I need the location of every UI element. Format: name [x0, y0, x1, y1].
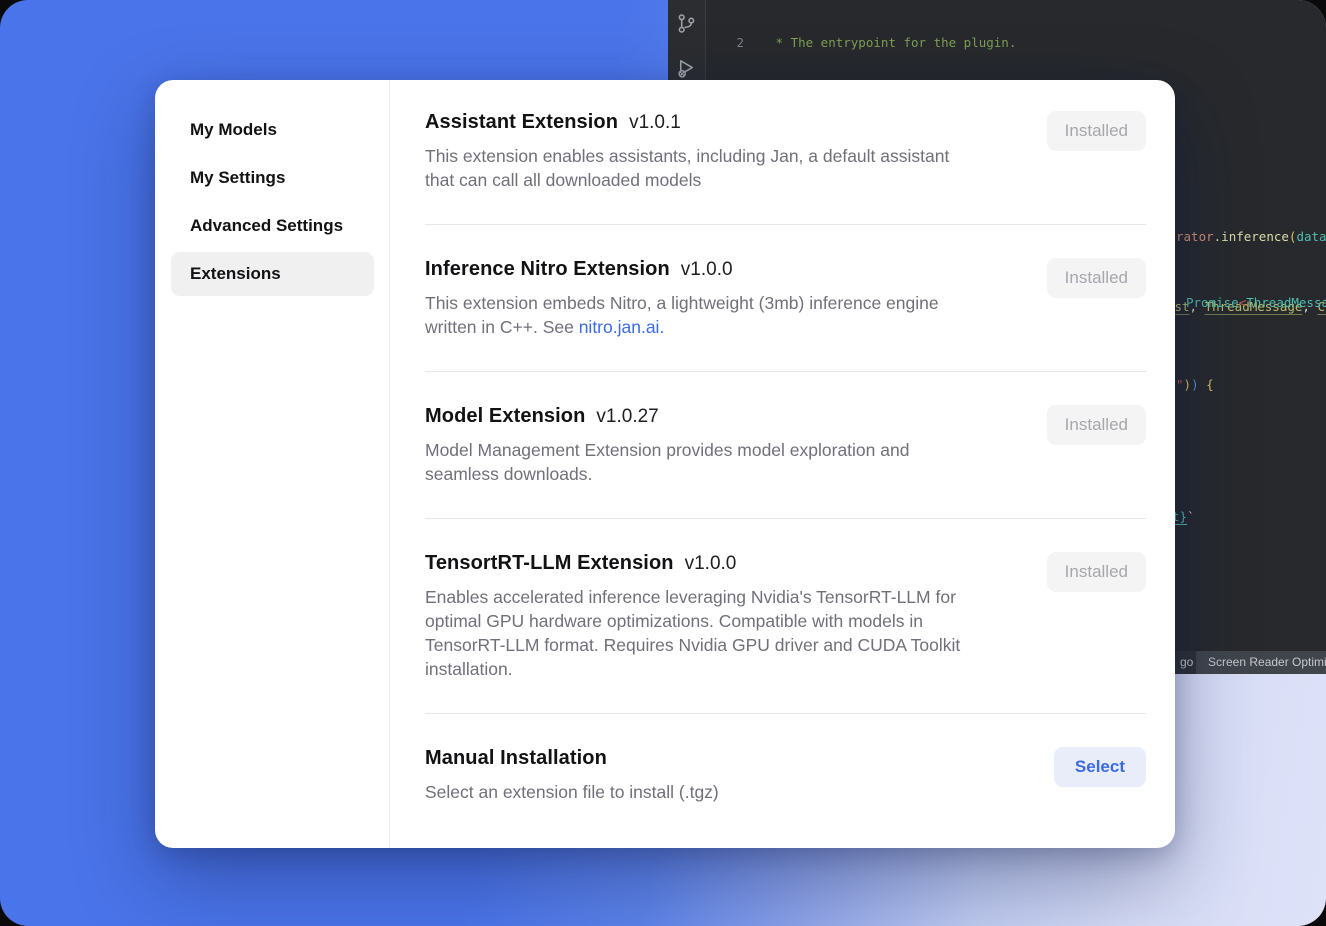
extension-version: v1.0.0	[685, 553, 737, 575]
installed-button[interactable]: Installed	[1047, 552, 1146, 592]
extension-title: TensortRT-LLM Extension	[425, 552, 674, 575]
extension-info: TensortRT-LLM Extension v1.0.0 Enables a…	[425, 552, 1003, 681]
extension-description-text: This extension embeds Nitro, a lightweig…	[425, 293, 939, 337]
sidebar-item-label: My Settings	[190, 168, 285, 188]
run-debug-icon[interactable]	[675, 57, 698, 80]
installed-button[interactable]: Installed	[1047, 258, 1146, 298]
installed-button[interactable]: Installed	[1047, 111, 1146, 151]
extension-info: Assistant Extension v1.0.1 This extensio…	[425, 111, 1003, 192]
code-line: 2 * The entrypoint for the plugin.	[706, 35, 1326, 52]
source-control-icon[interactable]	[675, 12, 698, 35]
extension-description: This extension enables assistants, inclu…	[425, 144, 1003, 192]
extension-row: Assistant Extension v1.0.1 This extensio…	[425, 111, 1146, 225]
extension-info: Inference Nitro Extension v1.0.0 This ex…	[425, 258, 1003, 339]
extension-info: Model Extension v1.0.27 Model Management…	[425, 405, 1003, 486]
extension-description-text: Enables accelerated inference leveraging…	[425, 587, 960, 679]
settings-card: My Models My Settings Advanced Settings …	[155, 80, 1175, 848]
code-token: )	[1191, 377, 1199, 392]
extension-description: This extension embeds Nitro, a lightweig…	[425, 291, 1003, 339]
settings-sidebar: My Models My Settings Advanced Settings …	[155, 80, 390, 848]
extension-description: Model Management Extension provides mode…	[425, 438, 1003, 486]
extension-title: Inference Nitro Extension	[425, 258, 670, 281]
extension-row: Inference Nitro Extension v1.0.0 This ex…	[425, 225, 1146, 372]
code-fragment: rator.inference(data));	[1176, 229, 1326, 245]
extension-title: Manual Installation	[425, 747, 607, 770]
sidebar-item-my-settings[interactable]: My Settings	[171, 156, 374, 200]
sidebar-item-label: My Models	[190, 120, 277, 140]
sidebar-item-label: Advanced Settings	[190, 216, 343, 236]
extension-title: Assistant Extension	[425, 111, 618, 134]
extension-version: v1.0.1	[629, 112, 681, 134]
sidebar-item-my-models[interactable]: My Models	[171, 108, 374, 152]
extension-row: TensortRT-LLM Extension v1.0.0 Enables a…	[425, 519, 1146, 714]
code-token: rator	[1176, 229, 1214, 244]
code-token: data	[1296, 229, 1326, 244]
extension-version: v1.0.0	[681, 259, 733, 281]
code-token: * The entrypoint for the plugin.	[768, 35, 1016, 50]
installed-button[interactable]: Installed	[1047, 405, 1146, 445]
sidebar-item-advanced-settings[interactable]: Advanced Settings	[171, 204, 374, 248]
code-token: {	[1206, 377, 1214, 392]
manual-installation-row: Manual Installation Select an extension …	[425, 714, 1146, 824]
code-token: ThreadMessage	[1246, 295, 1326, 310]
code-fragment: ")) {	[1176, 377, 1214, 393]
select-file-button[interactable]: Select	[1054, 747, 1146, 787]
extension-description: Enables accelerated inference leveraging…	[425, 585, 1003, 681]
extension-row: Model Extension v1.0.27 Model Management…	[425, 372, 1146, 519]
extension-version: v1.0.27	[596, 406, 658, 428]
extension-title: Model Extension	[425, 405, 585, 428]
nitro-jan-ai-link[interactable]: nitro.jan.ai.	[579, 317, 665, 337]
screen-reader-optimized-chip[interactable]: Screen Reader Optimized	[1196, 651, 1326, 674]
code-token: inference	[1221, 229, 1289, 244]
extension-description: Select an extension file to install (.tg…	[425, 780, 1003, 804]
code-token: "	[1176, 377, 1184, 392]
code-token: )	[1184, 377, 1192, 392]
app-window: 2 * The entrypoint for the plugin. 3 */ …	[0, 0, 1326, 926]
extension-description-text: Select an extension file to install (.tg…	[425, 782, 719, 802]
code-fragment: t}`	[1172, 509, 1195, 525]
status-bar-left-text: go	[1180, 651, 1193, 674]
sidebar-item-label: Extensions	[190, 264, 281, 284]
extension-description-text: Model Management Extension provides mode…	[425, 440, 909, 484]
extension-description-text: This extension enables assistants, inclu…	[425, 146, 949, 190]
code-token: Promise	[1186, 295, 1239, 310]
line-number: 2	[706, 35, 744, 52]
line-content: * The entrypoint for the plugin.	[744, 35, 1016, 52]
code-token	[1199, 377, 1207, 392]
sidebar-item-extensions[interactable]: Extensions	[171, 252, 374, 296]
extensions-list: Assistant Extension v1.0.1 This extensio…	[390, 80, 1175, 848]
extension-info: Manual Installation Select an extension …	[425, 747, 1003, 804]
code-fragment: Promise<ThreadMessage>	[1186, 295, 1326, 311]
code-token: `	[1187, 509, 1195, 524]
